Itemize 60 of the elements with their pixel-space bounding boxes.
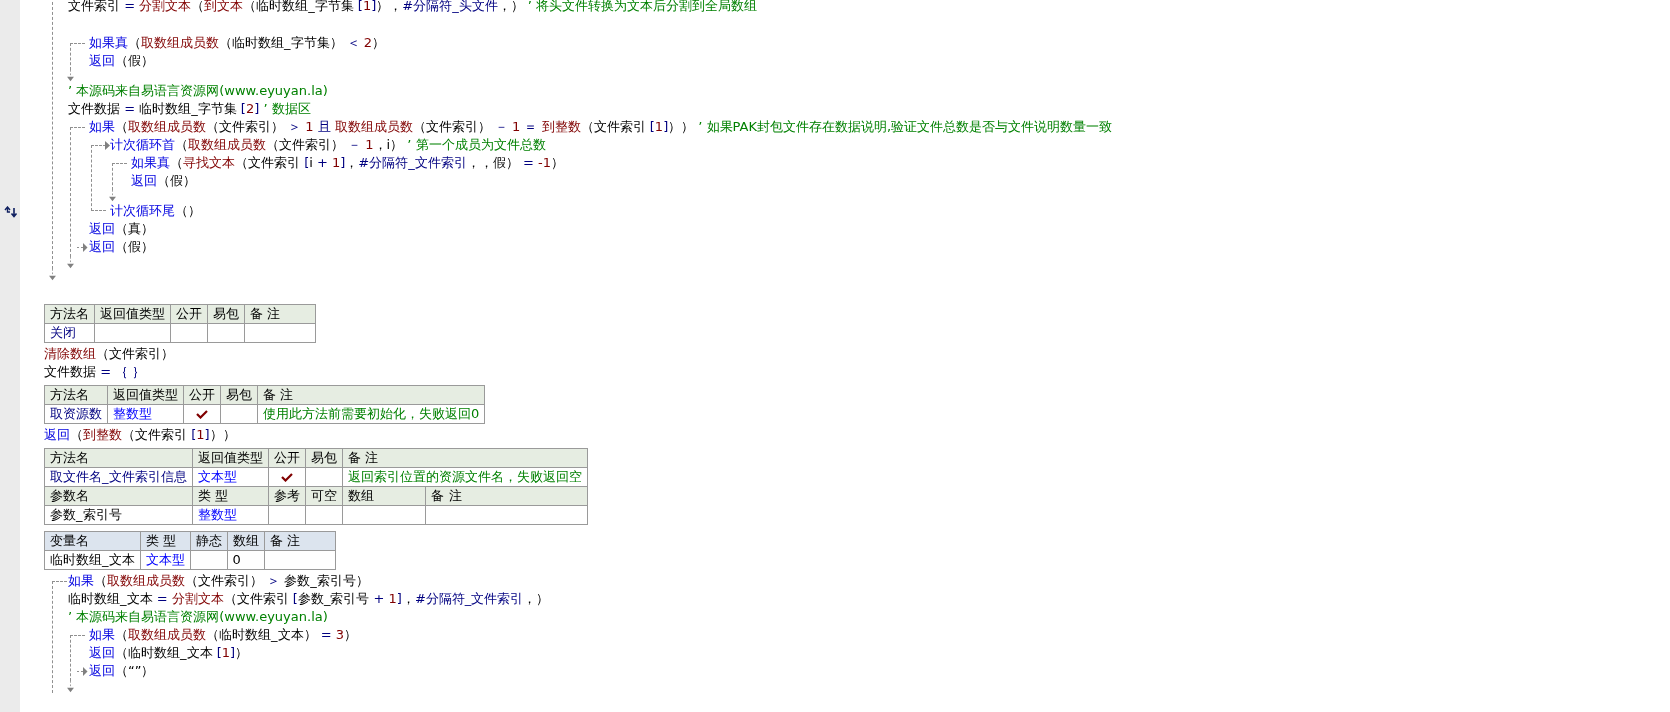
code-line: 文件数据 = 临时数组_字节集 [2] ’ 数据区 bbox=[68, 101, 311, 116]
code-line: 如果真（寻找文本（文件索引 [i + 1]，#分隔符_文件索引，，假） = -1） bbox=[131, 155, 564, 170]
code-line: 返回（“”） bbox=[89, 663, 155, 678]
column-header: 类 型 bbox=[140, 531, 190, 551]
code-line: 如果（取数组成员数（文件索引） ＞ 1 且 取数组成员数（文件索引） － 1 ＝ 到整数（文件索引 [1]）） ’ 如果PAK封包文件存在数据说明,验证文件总数是否与文件说明数量一致 bbox=[89, 119, 1113, 134]
column-header: 公开 bbox=[183, 385, 221, 405]
loop-pointer-icon bbox=[105, 141, 110, 150]
column-header: 静态 bbox=[190, 531, 227, 551]
flow-end-arrow-icon bbox=[66, 70, 75, 82]
column-header: 方法名 bbox=[44, 385, 108, 405]
block-bracket bbox=[70, 43, 85, 70]
table-cell: 临时数组_文本 bbox=[44, 550, 140, 570]
code-line: 返回（假） bbox=[89, 53, 154, 68]
table-cell: 取资源数 bbox=[44, 404, 108, 424]
block-bracket bbox=[112, 163, 127, 190]
code-line: 清除数组（文件索引） bbox=[44, 346, 174, 361]
flow-end-arrow-icon bbox=[66, 257, 75, 269]
column-header: 易包 bbox=[220, 385, 258, 405]
code-line: 返回（临时数组_文本 [1]） bbox=[89, 645, 249, 660]
table-cell: 整数型 bbox=[192, 505, 268, 525]
column-header: 易包 bbox=[207, 304, 245, 324]
table-cell: 文本型 bbox=[140, 550, 190, 570]
table-cell: 0 bbox=[227, 550, 264, 570]
flow-end-arrow-icon bbox=[108, 190, 117, 202]
table-cell: 文本型 bbox=[192, 467, 268, 487]
column-header: 返回值类型 bbox=[107, 385, 184, 405]
flow-end-arrow-icon bbox=[66, 681, 75, 693]
column-header: 公开 bbox=[268, 448, 305, 468]
column-header: 公开 bbox=[170, 304, 208, 324]
flow-end-arrow-icon bbox=[48, 269, 57, 281]
table-cell: 取文件名_文件索引信息 bbox=[44, 467, 192, 487]
code-line: 返回（到整数（文件索引 [1]）） bbox=[44, 427, 236, 442]
code-line: 计次循环尾（） bbox=[110, 203, 201, 218]
code-line: 返回（假） bbox=[131, 173, 196, 188]
column-header: 备 注 bbox=[244, 304, 316, 324]
column-header: 易包 bbox=[305, 448, 342, 468]
code-line: 文件数据 = ｛ ｝ bbox=[44, 364, 146, 379]
code-line: 返回（真） bbox=[89, 221, 154, 236]
column-header: 备 注 bbox=[342, 448, 587, 468]
column-header: 变量名 bbox=[44, 531, 140, 551]
table-cell: 返回索引位置的资源文件名，失败返回空 bbox=[342, 467, 587, 487]
column-header: 返回值类型 bbox=[94, 304, 171, 324]
column-header: 方法名 bbox=[44, 304, 95, 324]
code-line: 如果（取数组成员数（文件索引） ＞ 参数_索引号） bbox=[68, 573, 369, 588]
table-cell: 整数型 bbox=[107, 404, 184, 424]
column-header: 备 注 bbox=[264, 531, 335, 551]
column-header: 备 注 bbox=[257, 385, 485, 405]
column-header: 数组 bbox=[227, 531, 264, 551]
code-line: ’ 本源码来自易语言资源网(www.eyuyan.la) bbox=[68, 83, 328, 98]
code-line: ’ 本源码来自易语言资源网(www.eyuyan.la) bbox=[68, 609, 328, 624]
table-cell: 参数_索引号 bbox=[44, 505, 192, 525]
code-line: 计次循环首（取数组成员数（文件索引） － 1，i） ’ 第一个成员为文件总数 bbox=[110, 137, 546, 152]
code-line: 如果（取数组成员数（临时数组_文本） = 3） bbox=[89, 627, 357, 642]
table-cell: 使用此方法前需要初始化，失败返回0 bbox=[257, 404, 485, 424]
column-header: 方法名 bbox=[44, 448, 192, 468]
code-line: 临时数组_文本 = 分割文本（文件索引 [参数_索引号 + 1]，#分隔符_文件索引，） bbox=[68, 591, 550, 606]
column-header: 返回值类型 bbox=[192, 448, 268, 468]
code-line: 如果真（取数组成员数（临时数组_字节集） ＜ 2） bbox=[89, 35, 386, 50]
table-cell: 关闭 bbox=[44, 323, 95, 343]
code-line: 返回（假） bbox=[89, 239, 154, 254]
